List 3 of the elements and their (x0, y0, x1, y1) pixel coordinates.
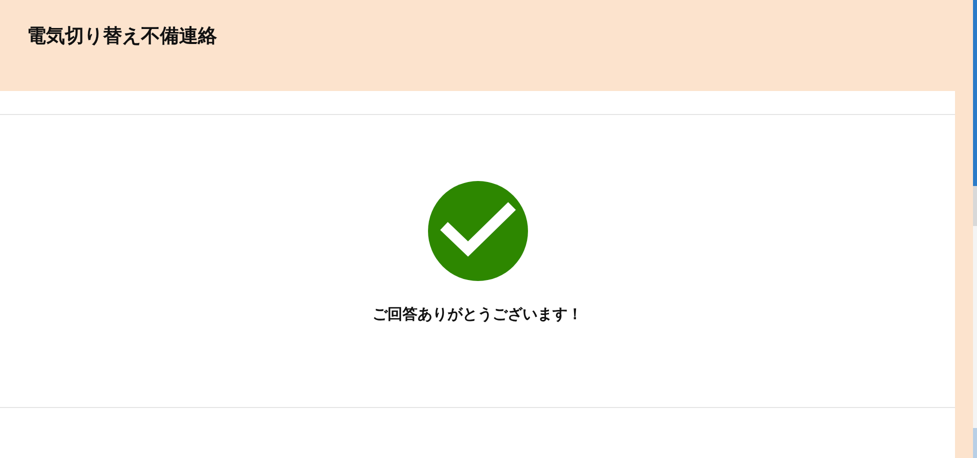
page-title: 電気切り替え不備連絡 (27, 24, 217, 49)
checkmark-icon (428, 181, 528, 281)
thank-you-message: ご回答ありがとうございます！ (372, 304, 582, 325)
